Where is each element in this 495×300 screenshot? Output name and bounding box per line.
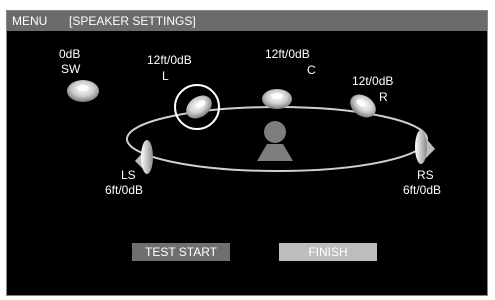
finish-button[interactable]: FINISH — [279, 243, 377, 261]
l-distance-label: 12ft/0dB — [147, 53, 192, 67]
r-distance-label: 12t/0dB — [352, 74, 394, 88]
speaker-icon[interactable] — [135, 140, 153, 174]
speaker-icon — [67, 80, 99, 102]
speaker-icon[interactable] — [415, 130, 435, 164]
sw-name-label: SW — [61, 62, 81, 76]
c-name-label: C — [307, 63, 316, 77]
rs-name-label: RS — [417, 168, 434, 182]
l-name-label: L — [162, 69, 169, 83]
test-start-button[interactable]: TEST START — [132, 243, 230, 261]
speaker-icon[interactable] — [182, 91, 216, 123]
ls-name-label: LS — [121, 168, 136, 182]
speaker-icon[interactable] — [346, 90, 380, 122]
speaker-settings-screen: MENU [SPEAKER SETTINGS] 0dB SW 12ft/0dB … — [6, 10, 488, 296]
r-name-label: R — [379, 90, 388, 104]
sw-distance-label: 0dB — [59, 47, 81, 61]
listener-icon — [257, 121, 293, 161]
ls-distance-label: 6ft/0dB — [105, 183, 144, 197]
rs-distance-label: 6ft/0dB — [403, 183, 442, 197]
c-distance-label: 12ft/0dB — [265, 47, 310, 61]
speaker-icon — [262, 89, 292, 109]
